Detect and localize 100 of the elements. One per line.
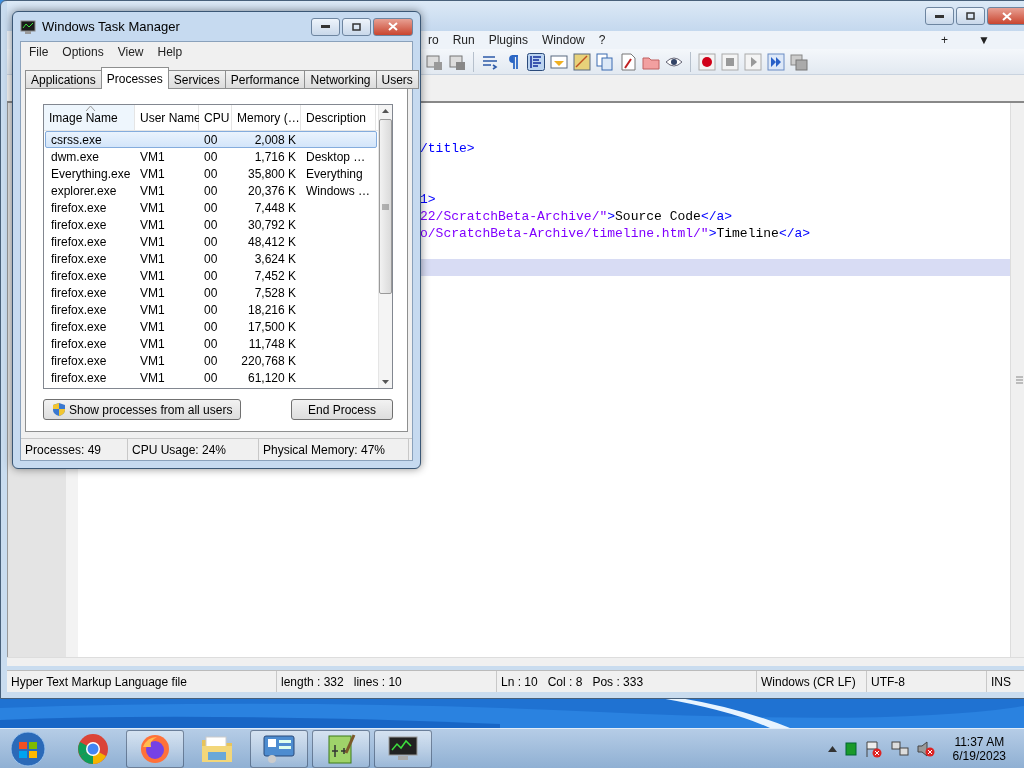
flag-error-icon[interactable] <box>864 739 883 758</box>
code-line: o/ScratchBeta-Archive/timeline.html/">Timeline</a> <box>420 225 812 242</box>
close-icon <box>388 22 398 31</box>
table-cell-text: 3,624 K <box>253 251 297 266</box>
folder-icon <box>200 733 234 764</box>
indent-guide-icon[interactable] <box>527 52 545 71</box>
menu-item[interactable]: Run <box>445 33 482 47</box>
tab[interactable]: Networking <box>304 70 377 89</box>
process-row[interactable]: explorer.exe VM1 00 20,376 K Windows … <box>45 182 377 199</box>
table-cell-text: VM1 <box>139 251 166 266</box>
window-icon[interactable] <box>448 52 466 71</box>
menu-item[interactable]: File <box>22 44 56 59</box>
menu-item[interactable]: View <box>110 44 151 59</box>
menu-item[interactable]: Options <box>55 44 111 59</box>
process-row[interactable]: firefox.exe VM1 00 7,448 K <box>45 199 377 216</box>
document-map-icon[interactable] <box>550 52 568 71</box>
speaker-muted-icon[interactable] <box>916 739 935 758</box>
round-browser-icon <box>77 732 109 765</box>
tab[interactable]: Processes <box>100 67 169 89</box>
stop-icon[interactable] <box>721 52 739 71</box>
chip-icon[interactable] <box>844 741 857 756</box>
play-icon[interactable] <box>744 52 762 71</box>
process-row[interactable]: firefox.exe VM1 00 61,120 K <box>45 369 377 386</box>
status-text: Col : 8 <box>547 674 583 689</box>
menu-item[interactable]: ro <box>421 33 446 47</box>
process-row[interactable]: firefox.exe VM1 00 7,452 K <box>45 267 377 284</box>
end-process-button[interactable]: End Process <box>290 399 393 420</box>
column-header[interactable]: CPU <box>199 105 232 130</box>
scroll-thumb[interactable] <box>379 119 392 294</box>
network-icon[interactable] <box>890 739 909 758</box>
process-row[interactable]: csrss.exe 00 2,008 K <box>45 131 377 148</box>
minimize-button[interactable] <box>925 7 954 25</box>
process-row[interactable]: firefox.exe VM1 00 48,412 K <box>45 233 377 250</box>
menu-item[interactable]: ▼ <box>971 33 997 47</box>
status-text: UTF-8 <box>871 674 905 689</box>
table-cell-text: 20,376 K <box>246 183 297 198</box>
table-cell-text: 7,452 K <box>253 268 297 283</box>
minimize-icon <box>321 25 330 28</box>
maximize-button[interactable] <box>342 17 371 36</box>
taskbar-button[interactable] <box>250 729 308 768</box>
process-row[interactable]: firefox.exe VM1 00 17,500 K <box>45 318 377 335</box>
table-cell-text: firefox.exe <box>50 302 108 317</box>
clock[interactable]: 11:37 AM 6/19/2023 <box>942 734 1006 763</box>
window-icon[interactable] <box>425 52 443 71</box>
tab[interactable]: Performance <box>224 70 306 89</box>
table-cell-text: VM1 <box>139 183 166 198</box>
table-cell-text: 00 <box>203 217 219 232</box>
table-cell-text: 00 <box>203 251 219 266</box>
minimize-button[interactable] <box>311 17 340 36</box>
table-cell-text: VM1 <box>139 200 166 215</box>
table-cell-text: 00 <box>203 319 219 334</box>
menu-item[interactable]: + <box>934 33 956 47</box>
process-row[interactable]: Everything.exe VM1 00 35,800 K Everything <box>45 165 377 182</box>
table-cell-text: VM1 <box>139 319 166 334</box>
table-cell-text: VM1 <box>139 149 166 164</box>
pages-icon[interactable] <box>596 52 614 71</box>
scrollbar[interactable] <box>7 657 1024 666</box>
process-row[interactable]: firefox.exe VM1 00 3,624 K <box>45 250 377 267</box>
fast-forward-icon[interactable] <box>767 52 785 71</box>
process-row[interactable]: firefox.exe VM1 00 30,792 K <box>45 216 377 233</box>
process-row[interactable]: dwm.exe VM1 00 1,716 K Desktop … <box>45 148 377 165</box>
function-list-icon[interactable] <box>619 52 637 71</box>
tab[interactable]: Applications <box>25 70 102 89</box>
tab[interactable]: Services <box>167 70 226 89</box>
notepad-icon <box>326 732 356 765</box>
taskbar-button[interactable] <box>374 729 432 768</box>
table-cell-text: 00 <box>203 200 219 215</box>
record-icon[interactable] <box>698 52 716 71</box>
show-hidden-icons-icon[interactable] <box>827 745 837 752</box>
menu-item[interactable]: Help <box>150 44 190 59</box>
maximize-button[interactable] <box>956 7 985 25</box>
process-row[interactable]: firefox.exe VM1 00 18,216 K <box>45 301 377 318</box>
process-row[interactable]: firefox.exe VM1 00 220,768 K <box>45 352 377 369</box>
map-icon[interactable] <box>573 52 591 71</box>
menu-item[interactable]: ? <box>591 33 613 47</box>
tab[interactable]: Users <box>375 70 419 89</box>
close-button[interactable] <box>987 7 1024 25</box>
process-row[interactable]: firefox.exe VM1 00 7,528 K <box>45 284 377 301</box>
scrollbar[interactable] <box>1010 103 1024 657</box>
show-all-button[interactable]: Show processes from all users <box>43 399 242 420</box>
menu-item[interactable]: Window <box>535 33 592 47</box>
scrollbar[interactable] <box>378 105 392 388</box>
status-text: Hyper Text Markup Language file <box>11 674 187 689</box>
close-button[interactable] <box>373 17 413 36</box>
table-cell-text: 7,528 K <box>253 285 297 300</box>
table-cell-text: firefox.exe <box>50 251 108 266</box>
table-cell-text: 00 <box>203 336 219 351</box>
table-cell-text: firefox.exe <box>50 217 108 232</box>
table-cell-text: Desktop … <box>305 149 367 164</box>
save-macro-icon[interactable] <box>790 52 808 71</box>
table-cell-text: 11,748 K <box>247 336 297 351</box>
table-cell-text: VM1 <box>139 336 166 351</box>
column-header[interactable]: Image Name <box>44 105 135 130</box>
status-text: Physical Memory: 47% <box>263 442 386 457</box>
minimize-icon <box>935 14 944 18</box>
menu-item[interactable]: Plugins <box>481 33 536 47</box>
status-text: INS <box>991 674 1011 689</box>
table-cell-text: dwm.exe <box>50 149 101 164</box>
taskbar-button[interactable] <box>312 729 370 768</box>
process-row[interactable]: firefox.exe VM1 00 11,748 K <box>45 335 377 352</box>
